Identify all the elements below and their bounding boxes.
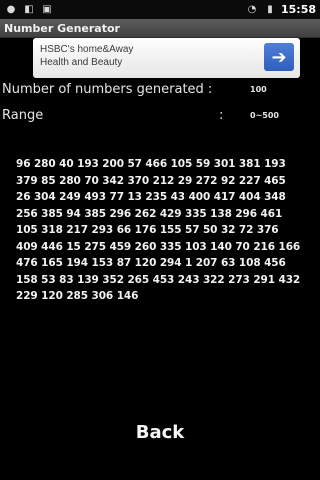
ad-subtitle: Health and Beauty <box>40 57 123 68</box>
app-title: Number Generator <box>4 21 120 35</box>
count-value: 100 <box>250 85 267 94</box>
status-time: 15:58 <box>280 3 316 16</box>
count-label: Number of numbers generated : <box>2 82 213 97</box>
back-button[interactable]: Back <box>110 416 210 448</box>
sd-card-icon: ▣ <box>42 3 52 15</box>
ad-banner: HSBC's home&Away Health and Beauty ➔ <box>0 38 320 80</box>
count-row: Number of numbers generated : 100 <box>2 82 318 100</box>
status-left-icons: ● ◧ ▣ <box>4 0 54 19</box>
ad-title: HSBC's home&Away <box>40 44 134 55</box>
wifi-icon: ◔ <box>247 3 257 15</box>
arrow-right-icon[interactable]: ➔ <box>264 43 294 71</box>
whatsapp-icon: ● <box>6 3 16 15</box>
battery-icon: ▮ <box>267 3 273 15</box>
title-bar: Number Generator <box>0 19 320 38</box>
screen: ● ◧ ▣ ◔ ▮ 15:58 Number Generator HSBC's … <box>0 0 320 480</box>
ad-card[interactable]: HSBC's home&Away Health and Beauty ➔ <box>33 38 300 78</box>
range-value: 0~500 <box>250 111 279 120</box>
notification-icon: ◧ <box>24 3 34 15</box>
generated-numbers-text: 96 280 40 193 200 57 466 105 59 301 381 … <box>16 158 301 302</box>
range-colon: : <box>219 108 224 123</box>
status-right-icons: ◔ ▮ 15:58 <box>245 0 316 19</box>
status-bar: ● ◧ ▣ ◔ ▮ 15:58 <box>0 0 320 19</box>
range-label: Range <box>2 108 44 123</box>
range-row: Range : 0~500 <box>2 108 318 126</box>
